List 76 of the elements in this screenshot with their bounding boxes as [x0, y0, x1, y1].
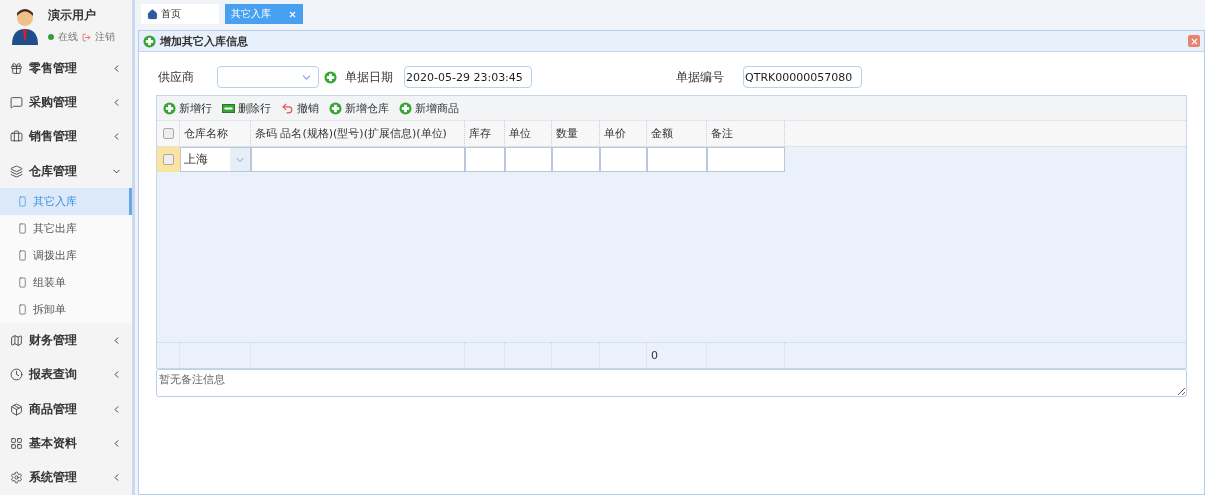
- page-icon: [17, 250, 28, 262]
- menu-item[interactable]: 系统管理: [0, 460, 132, 495]
- menu-icon: [10, 368, 23, 382]
- toolbar-button[interactable]: 新增行: [163, 100, 212, 116]
- checkbox[interactable]: [163, 154, 174, 165]
- menu-icon: [10, 436, 23, 450]
- remark-field[interactable]: 暂无备注信息: [156, 369, 1187, 397]
- toolbar-button[interactable]: 删除行: [222, 100, 271, 116]
- column-header: 数量: [552, 121, 600, 146]
- field-label: 供应商: [158, 68, 195, 86]
- submenu-item[interactable]: 其它出库: [0, 215, 132, 243]
- menu-icon: [10, 130, 23, 144]
- minus-icon: [222, 103, 235, 113]
- menu-icon: [10, 96, 23, 110]
- plus-icon: [399, 101, 412, 115]
- table-cell[interactable]: [600, 147, 647, 172]
- menu-item[interactable]: 仓库管理: [0, 154, 132, 189]
- home-icon: [147, 8, 158, 20]
- column-header: 仓库名称: [180, 121, 251, 146]
- page-icon: [17, 304, 28, 316]
- column-header: 条码 品名(规格)(型号)(扩展信息)(单位): [251, 121, 465, 146]
- submenu-item[interactable]: 组装单: [0, 269, 132, 297]
- logout-link[interactable]: 注销: [95, 30, 115, 45]
- table-cell[interactable]: [505, 147, 552, 172]
- close-icon[interactable]: [288, 9, 297, 19]
- supplier-select[interactable]: [217, 66, 319, 88]
- menu-item[interactable]: 基本资料: [0, 426, 132, 461]
- plus-icon: [329, 101, 342, 115]
- table-cell[interactable]: [647, 147, 707, 172]
- column-header: 金额: [647, 121, 707, 146]
- page-icon: [17, 196, 28, 208]
- user-name: 演示用户: [48, 7, 97, 25]
- number-field[interactable]: QTRK00000057080: [743, 66, 862, 88]
- logout-icon: [82, 32, 91, 42]
- plus-icon: [163, 101, 176, 115]
- submenu-item[interactable]: 调拨出库: [0, 242, 132, 270]
- submenu-item[interactable]: 拆卸单: [0, 296, 132, 324]
- table-cell[interactable]: [552, 147, 600, 172]
- field-label: 单据日期: [345, 68, 394, 86]
- page-icon: [17, 277, 28, 289]
- avatar-icon: [10, 6, 40, 45]
- toolbar-button[interactable]: 撤销: [281, 100, 319, 116]
- undo-icon: [281, 101, 294, 115]
- table-cell[interactable]: [251, 147, 465, 172]
- menu-item[interactable]: 报表查询: [0, 357, 132, 392]
- user-status: 在线: [58, 30, 78, 45]
- table-cell[interactable]: [465, 147, 505, 172]
- column-header: 单价: [600, 121, 647, 146]
- panel-title: 增加其它入库信息: [160, 33, 249, 49]
- menu-icon: [10, 333, 23, 347]
- online-dot-icon: [48, 34, 54, 41]
- menu-item[interactable]: 零售管理: [0, 51, 132, 86]
- checkbox[interactable]: [162, 128, 174, 139]
- menu-item[interactable]: 销售管理: [0, 119, 132, 155]
- toolbar-button[interactable]: 新增仓库: [329, 100, 389, 116]
- warehouse-select[interactable]: 上海: [180, 147, 251, 172]
- menu-icon: [10, 164, 23, 178]
- field-label: 单据编号: [676, 68, 725, 86]
- menu-item[interactable]: 商品管理: [0, 391, 132, 427]
- menu-item[interactable]: 财务管理: [0, 323, 132, 358]
- column-header: 单位: [505, 121, 552, 146]
- column-header: 备注: [707, 121, 785, 146]
- tab[interactable]: 首页: [141, 4, 219, 24]
- menu-icon: [10, 61, 23, 75]
- amount-total: 0: [651, 349, 658, 362]
- page-icon: [17, 223, 28, 235]
- close-icon[interactable]: [1188, 35, 1200, 47]
- table-cell[interactable]: [707, 147, 785, 172]
- menu-icon: [10, 402, 23, 416]
- toolbar-button[interactable]: 新增商品: [399, 100, 459, 116]
- menu-item[interactable]: 采购管理: [0, 85, 132, 120]
- menu-icon: [10, 471, 23, 485]
- add-supplier-icon: [324, 70, 337, 84]
- column-header: 库存: [465, 121, 505, 146]
- plus-icon: [143, 34, 156, 48]
- date-field[interactable]: 2020-05-29 23:03:45: [404, 66, 532, 88]
